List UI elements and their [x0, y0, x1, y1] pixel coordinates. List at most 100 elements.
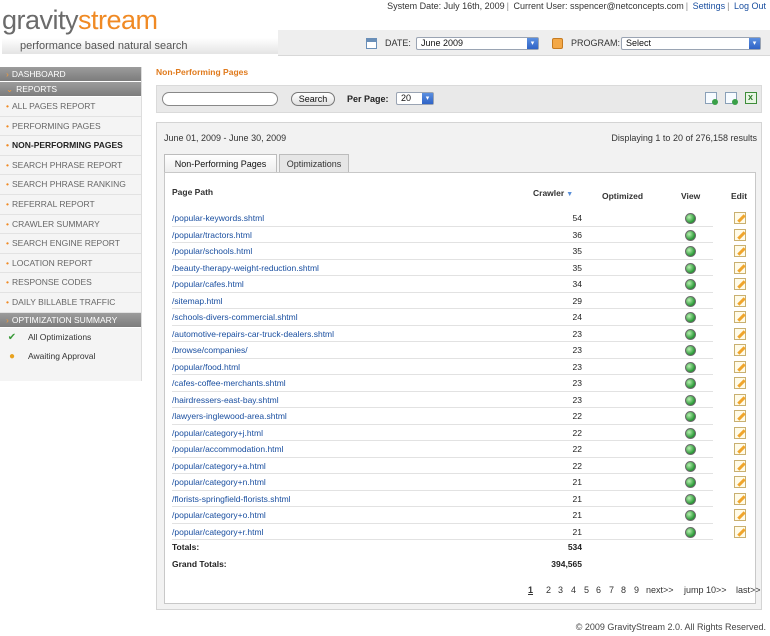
- page-path-link[interactable]: /popular/schools.html: [172, 246, 252, 256]
- page-path-link[interactable]: /popular/category+o.html: [172, 510, 266, 520]
- tab-non-performing-pages[interactable]: Non-Performing Pages: [164, 154, 277, 173]
- page-link-7[interactable]: 7: [609, 585, 614, 595]
- page-path-link[interactable]: /popular/category+j.html: [172, 428, 263, 438]
- sidebar-item-location-report[interactable]: • LOCATION REPORT: [0, 254, 141, 274]
- page-link-2[interactable]: 2: [546, 585, 551, 595]
- view-icon[interactable]: [685, 394, 696, 406]
- page-path-link[interactable]: /popular/cafes.html: [172, 279, 244, 289]
- sidebar-item-crawler-summary[interactable]: • CRAWLER SUMMARY: [0, 215, 141, 235]
- sidebar-item-referral-report[interactable]: • REFERRAL REPORT: [0, 195, 141, 215]
- edit-icon[interactable]: [734, 212, 746, 224]
- edit-icon[interactable]: [734, 294, 746, 307]
- view-icon[interactable]: [685, 477, 696, 488]
- edit-icon[interactable]: [734, 344, 746, 356]
- view-icon[interactable]: [685, 361, 696, 373]
- sidebar-item-performing-pages[interactable]: • PERFORMING PAGES: [0, 117, 141, 137]
- sidebar-item-search-engine-report[interactable]: • SEARCH ENGINE REPORT: [0, 234, 141, 254]
- sidebar-optimization-summary[interactable]: › OPTIMIZATION SUMMARY: [0, 312, 141, 328]
- per-page-select[interactable]: 20 ▾: [396, 92, 434, 105]
- export-icon[interactable]: [725, 92, 738, 105]
- view-icon[interactable]: [685, 493, 696, 505]
- view-icon[interactable]: [685, 444, 696, 455]
- edit-icon[interactable]: [734, 492, 746, 505]
- page-path-link[interactable]: /popular/food.html: [172, 362, 240, 372]
- page-path-link[interactable]: /popular/category+r.html: [172, 527, 263, 537]
- excel-icon[interactable]: [745, 92, 757, 104]
- jump-link[interactable]: jump 10>>: [684, 585, 727, 595]
- page-path-link[interactable]: /hairdressers-east-bay.shtml: [172, 395, 279, 405]
- edit-icon[interactable]: [734, 327, 746, 340]
- edit-icon[interactable]: [734, 509, 746, 521]
- view-icon[interactable]: [685, 229, 696, 241]
- edit-icon[interactable]: [734, 377, 746, 389]
- column-header-crawler[interactable]: Crawler ▼: [533, 188, 573, 198]
- edit-icon[interactable]: [734, 311, 746, 323]
- page-path-link[interactable]: /browse/companies/: [172, 345, 248, 355]
- page-link-5[interactable]: 5: [584, 585, 589, 595]
- view-icon[interactable]: [685, 345, 696, 356]
- page-path-link[interactable]: /schools-divers-commercial.shtml: [172, 312, 298, 322]
- sidebar-item-non-performing-pages[interactable]: • NON-PERFORMING PAGES: [0, 136, 141, 156]
- sidebar-item-all-optimizations[interactable]: ✔ All Optimizations: [0, 328, 141, 347]
- page-path-link[interactable]: /beauty-therapy-weight-reduction.shtml: [172, 263, 319, 273]
- view-icon[interactable]: [685, 378, 696, 389]
- search-button[interactable]: Search: [291, 92, 335, 106]
- edit-icon[interactable]: [734, 360, 746, 373]
- page-link-4[interactable]: 4: [571, 585, 576, 595]
- date-select[interactable]: June 2009 ▾: [416, 37, 539, 50]
- view-icon[interactable]: [685, 510, 696, 521]
- page-link-9[interactable]: 9: [634, 585, 639, 595]
- column-header-page-path[interactable]: Page Path: [172, 187, 213, 197]
- edit-icon[interactable]: [734, 476, 746, 488]
- edit-icon[interactable]: [734, 245, 746, 257]
- page-path-link[interactable]: /florists-springfield-florists.shtml: [172, 494, 291, 504]
- edit-icon[interactable]: [734, 426, 746, 439]
- edit-icon[interactable]: [734, 525, 746, 538]
- edit-icon[interactable]: [734, 443, 746, 455]
- logout-link[interactable]: Log Out: [734, 1, 766, 11]
- sidebar-item-all-pages[interactable]: • ALL PAGES REPORT: [0, 97, 141, 117]
- view-icon[interactable]: [685, 246, 696, 257]
- view-icon[interactable]: [685, 427, 696, 439]
- view-icon[interactable]: [685, 213, 696, 224]
- page-path-link[interactable]: /popular/tractors.html: [172, 230, 252, 240]
- sidebar-item-search-phrase-report[interactable]: • SEARCH PHRASE REPORT: [0, 156, 141, 176]
- last-link[interactable]: last>>: [736, 585, 761, 595]
- edit-icon[interactable]: [734, 410, 746, 422]
- page-path-link[interactable]: /lawyers-inglewood-area.shtml: [172, 411, 287, 421]
- view-icon[interactable]: [685, 262, 696, 274]
- next-link[interactable]: next>>: [646, 585, 674, 595]
- sidebar-dashboard[interactable]: › DASHBOARD: [0, 67, 141, 82]
- view-icon[interactable]: [685, 460, 696, 472]
- edit-icon[interactable]: [734, 459, 746, 472]
- program-select[interactable]: Select ▾: [621, 37, 761, 50]
- view-icon[interactable]: [685, 279, 696, 290]
- settings-link[interactable]: Settings: [693, 1, 726, 11]
- page-path-link[interactable]: /popular/accommodation.html: [172, 444, 284, 454]
- tab-optimizations[interactable]: Optimizations: [279, 154, 349, 173]
- page-link-1[interactable]: 1: [528, 585, 533, 595]
- edit-icon[interactable]: [734, 278, 746, 290]
- view-icon[interactable]: [685, 312, 696, 323]
- edit-icon[interactable]: [734, 261, 746, 274]
- sidebar-item-search-phrase-ranking[interactable]: • SEARCH PHRASE RANKING: [0, 175, 141, 195]
- view-icon[interactable]: [685, 328, 696, 340]
- page-link-3[interactable]: 3: [558, 585, 563, 595]
- search-input[interactable]: [162, 92, 278, 106]
- sidebar-item-daily-billable-traffic[interactable]: • DAILY BILLABLE TRAFFIC: [0, 293, 141, 313]
- page-path-link[interactable]: /sitemap.html: [172, 296, 223, 306]
- page-path-link[interactable]: /cafes-coffee-merchants.shtml: [172, 378, 286, 388]
- edit-icon[interactable]: [734, 393, 746, 406]
- view-icon[interactable]: [685, 295, 696, 307]
- view-icon[interactable]: [685, 411, 696, 422]
- page-path-link[interactable]: /popular/category+a.html: [172, 461, 266, 471]
- sidebar-reports[interactable]: ⌄ REPORTS: [0, 82, 141, 97]
- sidebar-item-response-codes[interactable]: • RESPONSE CODES: [0, 273, 141, 293]
- page-link-8[interactable]: 8: [621, 585, 626, 595]
- page-path-link[interactable]: /popular-keywords.shtml: [172, 213, 264, 223]
- page-path-link[interactable]: /automotive-repairs-car-truck-dealers.sh…: [172, 329, 334, 339]
- page-path-link[interactable]: /popular/category+n.html: [172, 477, 266, 487]
- sidebar-item-awaiting-approval[interactable]: ● Awaiting Approval: [0, 347, 141, 366]
- page-link-6[interactable]: 6: [596, 585, 601, 595]
- edit-icon[interactable]: [734, 228, 746, 241]
